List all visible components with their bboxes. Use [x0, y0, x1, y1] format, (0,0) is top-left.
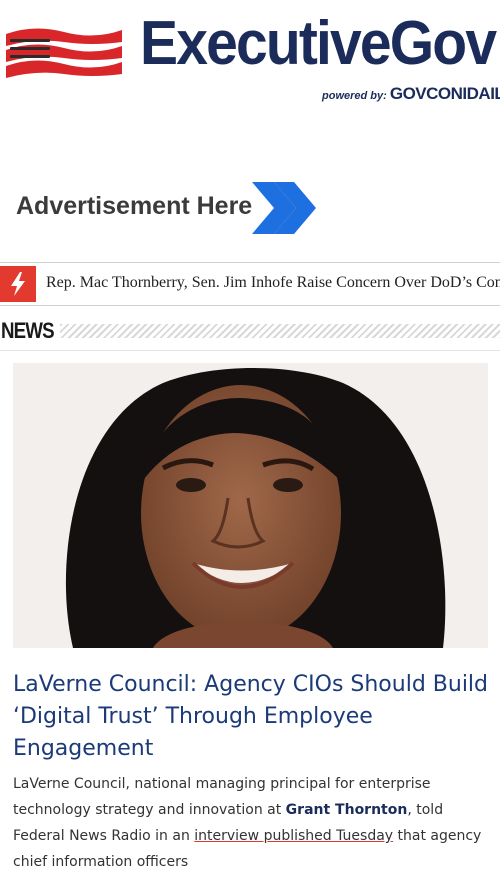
interview-link[interactable]: interview published Tuesday: [194, 828, 393, 844]
section-title: NEWS: [1, 318, 55, 343]
section-divider: [60, 324, 500, 338]
advertisement-text: Advertisement Here: [16, 192, 253, 220]
organization-link[interactable]: Grant Thornton: [286, 802, 408, 818]
powered-by-tagline: powered by: GOVCONIDAILY: [322, 84, 500, 104]
powered-by-label: powered by:: [322, 90, 387, 102]
article-headline[interactable]: LaVerne Council: Agency CIOs Should Buil…: [13, 669, 493, 765]
lightning-bolt-icon: [0, 266, 36, 302]
govcon-daily-logo[interactable]: GOVCONIDAILY: [390, 84, 500, 103]
double-chevron-right-icon: [252, 182, 316, 234]
breaking-news-ticker[interactable]: Rep. Mac Thornberry, Sen. Jim Inhofe Rai…: [0, 262, 500, 306]
article-card[interactable]: LaVerne Council: Agency CIOs Should Buil…: [0, 350, 500, 870]
advertisement-banner[interactable]: Advertisement Here: [0, 170, 500, 250]
hamburger-menu-icon[interactable]: [10, 34, 50, 64]
site-logo-title[interactable]: ExecutiveGov: [140, 4, 497, 84]
news-section-header: NEWS: [0, 318, 500, 344]
site-header: ExecutiveGov powered by: GOVCONIDAILY: [0, 0, 500, 120]
article-photo[interactable]: [13, 363, 488, 648]
article-excerpt: LaVerne Council, national managing princ…: [13, 771, 493, 875]
ticker-headline[interactable]: Rep. Mac Thornberry, Sen. Jim Inhofe Rai…: [46, 274, 500, 292]
